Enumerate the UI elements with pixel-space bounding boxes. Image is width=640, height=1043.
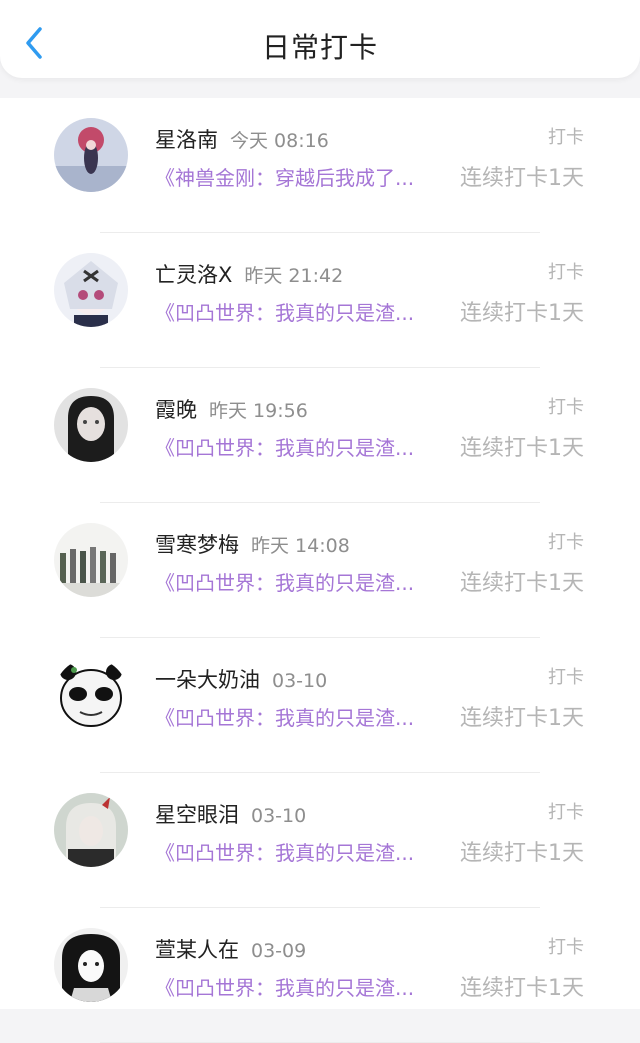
streak-text: 连续打卡1天 — [460, 436, 584, 461]
checkin-tag: 打卡 — [548, 532, 584, 553]
avatar[interactable] — [54, 388, 128, 462]
checkin-time: 03-10 — [272, 670, 328, 692]
checkin-time: 03-10 — [251, 805, 307, 827]
streak-text: 连续打卡1天 — [460, 976, 584, 1001]
book-title-link[interactable]: 《神兽金刚：穿越后我成了... — [155, 162, 440, 191]
book-title-link[interactable]: 《凹凸世界：我真的只是渣... — [155, 432, 440, 461]
checkin-tag: 打卡 — [548, 937, 584, 958]
list-item[interactable]: 星洛南 今天 08:16 打卡 《神兽金刚：穿越后我成了... 连续打卡1天 — [0, 98, 640, 233]
user-name: 萱某人在 03-09 — [155, 938, 307, 962]
checkin-tag: 打卡 — [548, 397, 584, 418]
list-item[interactable]: 一朵大奶油 03-10 打卡 《凹凸世界：我真的只是渣... 连续打卡1天 — [0, 638, 640, 773]
book-title-link[interactable]: 《凹凸世界：我真的只是渣... — [155, 702, 440, 731]
avatar[interactable] — [54, 523, 128, 597]
user-name: 霞晚 昨天 19:56 — [155, 398, 308, 422]
avatar[interactable] — [54, 253, 128, 327]
checkin-time: 03-09 — [251, 940, 307, 962]
avatar[interactable] — [54, 658, 128, 732]
checkin-list: 星洛南 今天 08:16 打卡 《神兽金刚：穿越后我成了... 连续打卡1天 亡灵… — [0, 98, 640, 1043]
top-bar: 日常打卡 — [0, 0, 640, 78]
avatar[interactable] — [54, 793, 128, 867]
book-title-link[interactable]: 《凹凸世界：我真的只是渣... — [155, 972, 440, 1001]
checkin-time: 昨天 21:42 — [244, 265, 344, 287]
checkin-tag: 打卡 — [548, 262, 584, 283]
checkin-tag: 打卡 — [548, 127, 584, 148]
user-name: 亡灵洛X 昨天 21:42 — [155, 263, 344, 287]
checkin-time: 今天 08:16 — [230, 130, 329, 152]
checkin-tag: 打卡 — [548, 667, 584, 688]
list-item[interactable]: 亡灵洛X 昨天 21:42 打卡 《凹凸世界：我真的只是渣... 连续打卡1天 — [0, 233, 640, 368]
streak-text: 连续打卡1天 — [460, 571, 584, 596]
streak-text: 连续打卡1天 — [460, 301, 584, 326]
streak-text: 连续打卡1天 — [460, 706, 584, 731]
list-item[interactable]: 萱某人在 03-09 打卡 《凹凸世界：我真的只是渣... 连续打卡1天 — [0, 908, 640, 1043]
list-item[interactable]: 霞晚 昨天 19:56 打卡 《凹凸世界：我真的只是渣... 连续打卡1天 — [0, 368, 640, 503]
book-title-link[interactable]: 《凹凸世界：我真的只是渣... — [155, 567, 440, 596]
book-title-link[interactable]: 《凹凸世界：我真的只是渣... — [155, 297, 440, 326]
checkin-time: 昨天 19:56 — [209, 400, 308, 422]
checkin-time: 昨天 14:08 — [251, 535, 350, 557]
avatar[interactable] — [54, 928, 128, 1002]
user-name: 星洛南 今天 08:16 — [155, 128, 329, 152]
streak-text: 连续打卡1天 — [460, 841, 584, 866]
streak-text: 连续打卡1天 — [460, 166, 584, 191]
book-title-link[interactable]: 《凹凸世界：我真的只是渣... — [155, 837, 440, 866]
list-item[interactable]: 雪寒梦梅 昨天 14:08 打卡 《凹凸世界：我真的只是渣... 连续打卡1天 — [0, 503, 640, 638]
avatar[interactable] — [54, 118, 128, 192]
list-item[interactable]: 星空眼泪 03-10 打卡 《凹凸世界：我真的只是渣... 连续打卡1天 — [0, 773, 640, 908]
user-name: 星空眼泪 03-10 — [155, 803, 307, 827]
checkin-tag: 打卡 — [548, 802, 584, 823]
user-name: 一朵大奶油 03-10 — [155, 668, 328, 692]
user-name: 雪寒梦梅 昨天 14:08 — [155, 533, 350, 557]
page-title: 日常打卡 — [261, 31, 378, 64]
